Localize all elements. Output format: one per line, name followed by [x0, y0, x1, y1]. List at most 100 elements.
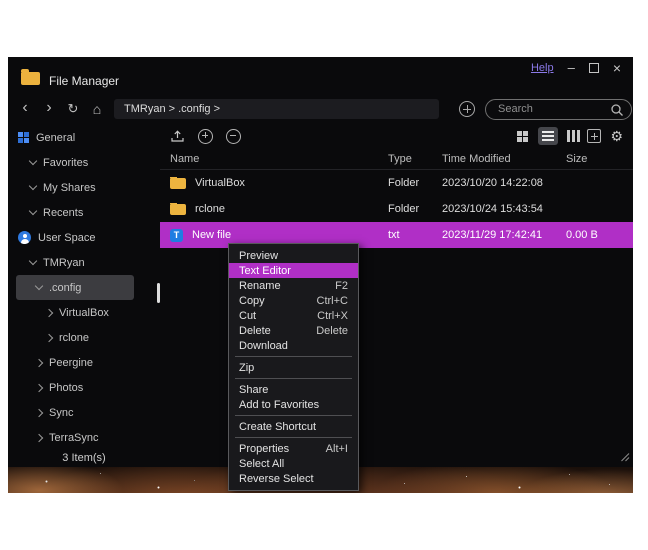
sidebar-item-user-space[interactable]: User Space: [8, 225, 160, 250]
refresh-button[interactable]: ↻: [66, 101, 80, 117]
menu-item-label: Create Shortcut: [239, 421, 316, 433]
sidebar-item-tmryan[interactable]: TMRyan: [8, 250, 160, 275]
column-header-type[interactable]: Type: [388, 153, 442, 165]
menu-item-label: Delete: [239, 325, 271, 337]
chevron-down-icon: [29, 207, 37, 215]
view-switcher: ⚙: [517, 127, 623, 145]
menu-item-select-all[interactable]: Select All: [229, 456, 358, 471]
column-header-size[interactable]: Size: [566, 153, 633, 165]
file-name: New file: [192, 229, 231, 241]
sidebar-item-sync[interactable]: Sync: [8, 400, 160, 425]
menu-item-zip[interactable]: Zip: [229, 360, 358, 375]
menu-item-add-to-favorites[interactable]: Add to Favorites: [229, 397, 358, 412]
menu-item-copy[interactable]: CopyCtrl+C: [229, 293, 358, 308]
menu-shortcut: F2: [335, 280, 348, 292]
list-view-icon: [542, 135, 554, 137]
back-button[interactable]: ‹: [18, 101, 32, 115]
sidebar-item-label: TerraSync: [49, 432, 99, 444]
chevron-right-icon: [45, 308, 53, 316]
column-header-time-modified[interactable]: Time Modified: [442, 153, 566, 165]
file-type-cell: Folder: [388, 177, 442, 189]
sidebar-item-general[interactable]: General: [8, 125, 160, 150]
menu-item-label: Cut: [239, 310, 256, 322]
file-size-cell: 0.00 B: [566, 229, 633, 241]
sidebar-item-recents[interactable]: Recents: [8, 200, 160, 225]
sidebar-item-my-shares[interactable]: My Shares: [8, 175, 160, 200]
sidebar-item-favorites[interactable]: Favorites: [8, 150, 160, 175]
sidebar-item-photos[interactable]: Photos: [8, 375, 160, 400]
search-box[interactable]: [485, 99, 632, 120]
file-actions-toolbar: ⚙: [160, 123, 633, 149]
minimize-button[interactable]: –: [568, 64, 575, 72]
menu-item-label: Share: [239, 384, 268, 396]
chevron-right-icon: [35, 358, 43, 366]
sidebar: General Favorites My Shares Recents: [8, 123, 160, 467]
menu-item-download[interactable]: Download: [229, 338, 358, 353]
text-file-badge: T: [174, 230, 180, 240]
text-file-icon: T: [170, 229, 183, 242]
chevron-right-icon: [35, 383, 43, 391]
user-icon: [18, 231, 31, 244]
file-row-virtualbox[interactable]: VirtualBox Folder 2023/10/20 14:22:08: [160, 170, 633, 196]
file-type-cell: Folder: [388, 203, 442, 215]
sidebar-item-config[interactable]: .config: [16, 275, 134, 300]
menu-item-rename[interactable]: Rename F2: [229, 278, 358, 293]
file-row-rclone[interactable]: rclone Folder 2023/10/24 15:43:54: [160, 196, 633, 222]
menu-item-text-editor[interactable]: Text Editor: [229, 263, 358, 278]
menu-item-cut[interactable]: CutCtrl+X: [229, 308, 358, 323]
close-button[interactable]: ×: [613, 62, 621, 74]
chevron-down-icon: [29, 257, 37, 265]
column-view-icon[interactable]: [567, 130, 570, 142]
menu-separator: [235, 415, 352, 416]
new-item-button[interactable]: [587, 129, 601, 143]
sidebar-item-label: Sync: [49, 407, 73, 419]
help-link[interactable]: Help: [531, 62, 554, 74]
resize-handle[interactable]: [619, 451, 630, 462]
sidebar-item-rclone[interactable]: rclone: [8, 325, 160, 350]
menu-item-share[interactable]: Share: [229, 382, 358, 397]
desktop: File Manager Help – × ‹ › ↻ ⌂ TMRyan > .…: [8, 57, 633, 493]
breadcrumb[interactable]: TMRyan > .config >: [114, 99, 439, 119]
sidebar-item-label: Recents: [43, 207, 83, 219]
chevron-right-icon: [45, 333, 53, 341]
item-count-status: 3 Item(s): [8, 452, 160, 464]
add-button[interactable]: [459, 101, 475, 117]
file-name: VirtualBox: [195, 177, 245, 189]
column-header-name[interactable]: Name: [160, 153, 388, 165]
sidebar-item-label: Peergine: [49, 357, 93, 369]
menu-item-properties[interactable]: PropertiesAlt+I: [229, 441, 358, 456]
menu-separator: [235, 378, 352, 379]
menu-item-label: Add to Favorites: [239, 399, 319, 411]
sidebar-item-label: My Shares: [43, 182, 96, 194]
menu-item-label: Rename: [239, 280, 281, 292]
zoom-in-button[interactable]: [198, 129, 213, 144]
forward-button[interactable]: ›: [42, 101, 56, 115]
chevron-right-icon: [35, 433, 43, 441]
chevron-down-icon: [29, 157, 37, 165]
file-name-cell: T New file: [160, 229, 388, 242]
menu-shortcut: Delete: [316, 325, 348, 337]
home-button[interactable]: ⌂: [90, 101, 104, 117]
menu-item-delete[interactable]: Delete Delete: [229, 323, 358, 338]
menu-shortcut: Ctrl+C: [317, 295, 348, 307]
upload-icon[interactable]: [170, 129, 185, 143]
folder-icon: [170, 204, 186, 215]
sidebar-item-peergine[interactable]: Peergine: [8, 350, 160, 375]
title-bar: File Manager Help – ×: [8, 57, 633, 95]
gear-icon[interactable]: ⚙: [610, 129, 623, 143]
sidebar-item-terrasync[interactable]: TerraSync: [8, 425, 160, 450]
zoom-out-button[interactable]: [226, 129, 241, 144]
maximize-button[interactable]: [589, 63, 599, 73]
menu-item-reverse-select[interactable]: Reverse Select: [229, 471, 358, 486]
menu-item-label: Select All: [239, 458, 284, 470]
menu-item-create-shortcut[interactable]: Create Shortcut: [229, 419, 358, 434]
grid-view-icon[interactable]: [517, 131, 522, 136]
sidebar-item-virtualbox[interactable]: VirtualBox: [8, 300, 160, 325]
menu-item-label: Properties: [239, 443, 289, 455]
menu-item-preview[interactable]: Preview: [229, 248, 358, 263]
list-view-button-active[interactable]: [538, 127, 558, 145]
file-name-cell: VirtualBox: [160, 177, 388, 189]
chevron-down-icon: [35, 282, 43, 290]
page: File Manager Help – × ‹ › ↻ ⌂ TMRyan > .…: [0, 0, 648, 550]
menu-item-label: Download: [239, 340, 288, 352]
